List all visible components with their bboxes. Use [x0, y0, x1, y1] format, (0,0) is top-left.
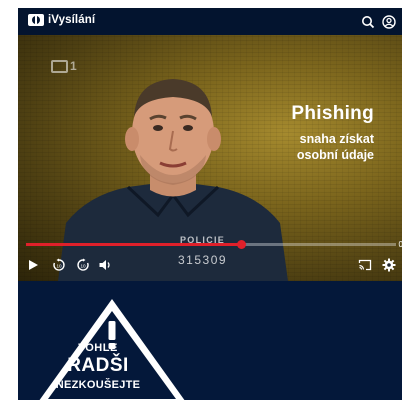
video-player[interactable]: 1 POLICIE 315309 Phishing snaha získat o… [18, 35, 402, 281]
brand-logo-link[interactable]: iVysílání [28, 14, 95, 26]
volume-icon [99, 260, 110, 270]
search-icon [362, 16, 375, 29]
settings-button[interactable] [382, 258, 396, 272]
top-bar: iVysílání [18, 8, 402, 35]
forward-button[interactable]: 10 [76, 258, 90, 272]
svg-text:10: 10 [80, 263, 86, 268]
progress-fill [26, 243, 241, 246]
rewind-button[interactable]: 10 [52, 258, 66, 272]
warning-line-2: RADŠI [67, 355, 129, 376]
rewind-10-icon: 10 [53, 258, 65, 271]
warning-line-3: NEZKOUŠEJTE [55, 379, 141, 391]
play-button[interactable] [26, 258, 40, 272]
play-icon [29, 260, 38, 270]
show-promo[interactable]: TOHLE RADŠI NEZKOUŠEJTE [18, 281, 402, 400]
account-button[interactable] [382, 15, 396, 29]
cast-button[interactable] [358, 258, 372, 272]
cast-icon [358, 259, 372, 271]
caption-line-2: osobní údaje [296, 148, 374, 162]
account-icon [382, 15, 396, 29]
presenter-image [58, 79, 288, 281]
progress-bar[interactable] [26, 240, 396, 249]
search-button[interactable] [361, 15, 375, 29]
caption-title: Phishing [291, 103, 374, 124]
caption-line-1: snaha získat [299, 132, 374, 146]
settings-icon [382, 258, 396, 272]
warning-line-1: TOHLE [78, 342, 118, 354]
time-display: 0 [398, 240, 402, 249]
forward-10-icon: 10 [77, 258, 89, 271]
app-window: iVysílání 1 POLICIE 315309 Phishing snah… [18, 8, 402, 400]
ct-logo-icon [28, 14, 44, 26]
svg-text:10: 10 [56, 263, 62, 268]
brand-name: iVysílání [48, 14, 96, 26]
player-controls: 10 10 [18, 254, 402, 276]
progress-handle[interactable] [236, 240, 246, 249]
volume-button[interactable] [98, 258, 112, 272]
video-caption: Phishing snaha získat osobní údaje [291, 103, 374, 163]
